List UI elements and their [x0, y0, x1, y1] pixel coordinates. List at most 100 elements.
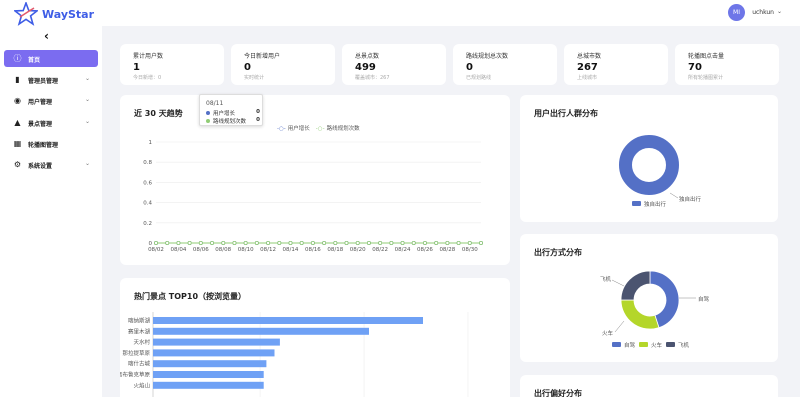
sidebar-item-label: 系统设置 — [28, 162, 53, 170]
info-circle-icon: ⓘ — [13, 54, 22, 63]
bar[interactable] — [153, 360, 267, 368]
chevron-down-icon[interactable]: ⌄ — [777, 8, 782, 15]
data-point[interactable] — [310, 240, 315, 245]
x-tick-label: 08/06 — [193, 247, 209, 253]
sidebar-item-3[interactable]: ▲ 景点管理 ⌄ — [4, 114, 98, 131]
sidebar: WayStar ‹ ⓘ 首页 ▮ 管理员管理 ⌄ ◉ 用户管理 ⌄ ▲ 景点管理 ⌄ ▦ 轮播图管理 ⚙ 系… — [0, 0, 102, 397]
pie-slice[interactable] — [620, 299, 660, 330]
data-point[interactable] — [467, 240, 472, 245]
sidebar-item-5[interactable]: ⚙ 系统设置 ⌄ — [4, 156, 98, 173]
data-point[interactable] — [243, 240, 248, 245]
x-tick-label: 08/28 — [439, 247, 455, 253]
sidebar-item-4[interactable]: ▦ 轮播图管理 — [4, 135, 98, 152]
data-point[interactable] — [333, 240, 338, 245]
sidebar-item-0[interactable]: ⓘ 首页 — [4, 50, 98, 67]
pie-slice[interactable] — [619, 135, 679, 195]
stat-subtitle: 所有轮播图累计 — [688, 75, 724, 81]
trend-chart[interactable]: 0 0.2 0.4 0.6 0.8 1 08/02 08/04 08/06 08/08 08/10 0… — [120, 95, 510, 265]
legend-label[interactable]: 自驾 — [624, 341, 636, 349]
pie-slice[interactable] — [620, 270, 651, 301]
data-point[interactable] — [389, 240, 394, 245]
category-label: 那拉提草原 — [122, 349, 150, 357]
data-point[interactable] — [478, 240, 483, 245]
tooltip-series-name: 用户增长 — [213, 111, 236, 117]
top10-chart[interactable]: 喀纳斯湖赛里木湖天水村那拉提草原喀什古城巴音布鲁克草原火焰山 — [120, 278, 510, 397]
legend-swatch[interactable] — [666, 342, 675, 347]
data-point[interactable] — [445, 240, 450, 245]
avatar[interactable]: MI — [728, 4, 745, 21]
legend-label[interactable]: 火车 — [651, 341, 663, 349]
bar[interactable] — [153, 327, 369, 335]
y-tick-label: 0.8 — [143, 160, 152, 166]
bar[interactable] — [153, 381, 264, 389]
sidebar-item-2[interactable]: ◉ 用户管理 ⌄ — [4, 92, 98, 109]
sidebar-item-1[interactable]: ▮ 管理员管理 ⌄ — [4, 71, 98, 88]
data-point[interactable] — [232, 240, 237, 245]
data-point[interactable] — [198, 240, 203, 245]
bar[interactable] — [153, 338, 280, 346]
data-point[interactable] — [434, 240, 439, 245]
x-tick-label: 08/16 — [305, 247, 321, 253]
preference-card: 出行偏好分布 — [520, 375, 778, 397]
legend-label[interactable]: 独自出行 — [644, 200, 667, 208]
data-point[interactable] — [254, 240, 259, 245]
data-point[interactable] — [165, 240, 170, 245]
data-point[interactable] — [344, 240, 349, 245]
label-line — [611, 279, 625, 287]
data-point[interactable] — [266, 240, 271, 245]
stat-value: 499 — [355, 62, 376, 73]
username[interactable]: uchkun — [752, 9, 774, 16]
stat-title: 累计用户数 — [133, 53, 164, 60]
data-point[interactable] — [400, 240, 405, 245]
slice-label: 独自出行 — [679, 195, 702, 203]
data-point[interactable] — [378, 240, 383, 245]
data-point[interactable] — [210, 240, 215, 245]
series-dot — [206, 119, 210, 123]
data-point[interactable] — [187, 240, 192, 245]
bar[interactable] — [153, 349, 275, 357]
data-point[interactable] — [288, 240, 293, 245]
logo[interactable]: WayStar — [14, 2, 104, 26]
legend-swatch[interactable] — [612, 342, 621, 347]
data-point[interactable] — [154, 240, 159, 245]
data-point[interactable] — [355, 240, 360, 245]
data-point[interactable] — [411, 240, 416, 245]
data-point[interactable] — [221, 240, 226, 245]
legend-label[interactable]: 飞机 — [678, 341, 690, 349]
stat-card: 轮播图点击量 70 所有轮播图累计 — [675, 44, 779, 85]
data-point[interactable] — [322, 240, 327, 245]
app: WayStar ‹ ⓘ 首页 ▮ 管理员管理 ⌄ ◉ 用户管理 ⌄ ▲ 景点管理 ⌄ ▦ 轮播图管理 ⚙ 系… — [0, 0, 800, 397]
legend-swatch[interactable] — [639, 342, 648, 347]
trend-tooltip: 08/11 用户增长 0 路线规划次数 0 — [199, 94, 263, 126]
bar[interactable] — [153, 371, 264, 378]
data-point[interactable] — [456, 240, 461, 245]
slice-label: 自驾 — [698, 295, 710, 303]
chevron-down-icon: ⌄ — [84, 159, 90, 167]
stat-subtitle: 实时统计 — [244, 75, 265, 81]
stat-title: 轮播图点击量 — [688, 53, 725, 60]
x-tick-label: 08/14 — [283, 247, 299, 253]
crowd-chart[interactable]: 独自出行独自出行 — [520, 95, 778, 222]
sidebar-item-label: 管理员管理 — [28, 78, 59, 86]
legend-swatch[interactable] — [632, 201, 641, 206]
stat-subtitle: 今日新增：0 — [133, 75, 162, 81]
data-point[interactable] — [366, 240, 371, 245]
x-tick-label: 08/22 — [372, 247, 388, 253]
chevron-down-icon: ⌄ — [84, 75, 90, 83]
x-tick-label: 08/24 — [395, 247, 411, 253]
data-point[interactable] — [277, 240, 282, 245]
data-point[interactable] — [422, 240, 427, 245]
star-logo-icon — [14, 2, 38, 26]
stat-subtitle: 覆盖城市：267 — [355, 75, 390, 81]
chevron-left-icon[interactable]: ‹ — [44, 29, 49, 43]
data-point[interactable] — [176, 240, 181, 245]
mode-chart[interactable]: 自驾火车飞机自驾 火车 飞机 — [520, 234, 778, 362]
chevron-down-icon: ⌄ — [84, 96, 90, 104]
stat-card: 总城市数 267 上线城市 — [564, 44, 668, 85]
bar[interactable] — [153, 317, 423, 324]
data-point[interactable] — [299, 240, 304, 245]
x-tick-label: 08/10 — [238, 247, 254, 253]
y-tick-label: 0.6 — [143, 180, 152, 186]
x-tick-label: 08/18 — [327, 247, 343, 253]
stat-card: 路线规划总次数 0 已规划路线 — [453, 44, 557, 85]
